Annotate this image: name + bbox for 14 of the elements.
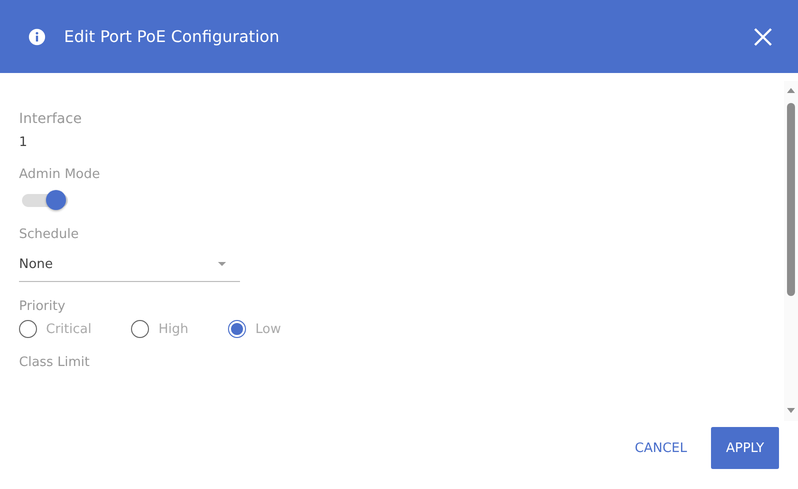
scrollbar[interactable] [784, 81, 798, 421]
close-button[interactable] [753, 26, 773, 46]
caret-icon [218, 262, 226, 267]
field-label: Interface [19, 111, 82, 127]
dropdown-field[interactable]: None [19, 248, 240, 282]
field-label: Class Limit [19, 355, 90, 370]
field-value: 1 [19, 135, 28, 150]
apply-button[interactable]: APPLY [711, 427, 779, 469]
field-label: Admin Mode [19, 167, 100, 182]
dialog-title: Edit Port PoE Configuration [64, 27, 280, 46]
field-label: Schedule [19, 227, 79, 242]
field-label: Priority [19, 299, 66, 314]
cancel-button[interactable]: CANCEL [632, 430, 689, 466]
info-icon [28, 28, 46, 46]
